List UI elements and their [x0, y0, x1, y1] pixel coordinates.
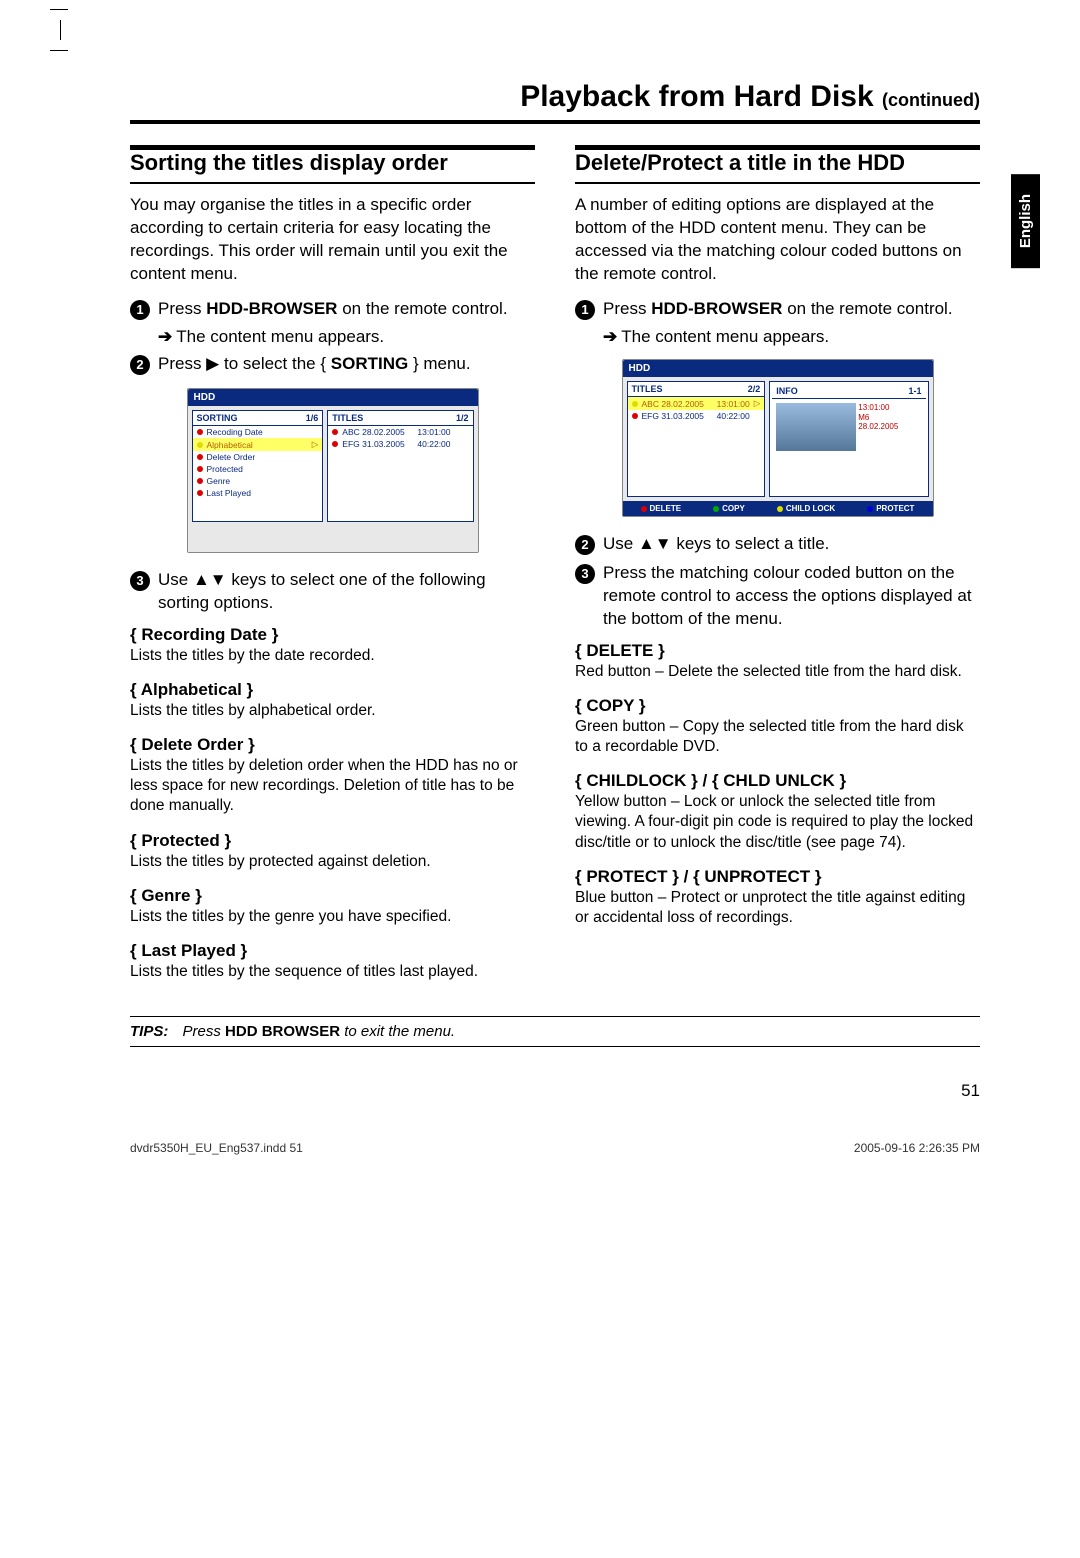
page-number: 51	[130, 1081, 980, 1101]
step-number-icon: 1	[130, 300, 150, 320]
osd-action-copy: COPY	[713, 504, 745, 513]
osd-action-protect: PROTECT	[867, 504, 914, 513]
option-childlock: { CHILDLOCK } / { CHLD UNLCK } Yellow bu…	[575, 771, 980, 852]
footer-timestamp: 2005-09-16 2:26:35 PM	[854, 1141, 980, 1155]
step-number-icon: 3	[130, 571, 150, 591]
crop-mark-bottom	[50, 20, 70, 40]
osd-sort-item: Delete Order	[193, 451, 323, 463]
osd-title-item: EFG 31.03.2005 40:22:00	[328, 438, 472, 450]
osd-sort-item-selected: Alphabetical▷	[193, 438, 323, 451]
osd-title-item: EFG 31.03.2005 40:22:00	[628, 410, 765, 422]
left-step-1: 1 Press HDD-BROWSER on the remote contro…	[130, 298, 535, 321]
osd-sorting-label: SORTING	[197, 413, 238, 423]
osd-sort-item: Last Played	[193, 487, 323, 499]
osd-action-delete: DELETE	[641, 504, 682, 513]
left-step-3: 3 Use ▲▼ keys to select one of the follo…	[130, 569, 535, 615]
left-heading: Sorting the titles display order	[130, 146, 535, 184]
option-genre: { Genre } Lists the titles by the genre …	[130, 886, 535, 927]
manual-page: Playback from Hard Disk (continued) Sort…	[0, 0, 1080, 1558]
left-step-2: 2 Press ▶ to select the { SORTING } menu…	[130, 353, 535, 376]
osd-sort-item: Protected	[193, 463, 323, 475]
step-number-icon: 1	[575, 300, 595, 320]
osd-sort-item: Genre	[193, 475, 323, 487]
right-heading: Delete/Protect a title in the HDD	[575, 146, 980, 184]
osd-info-screenshot: HDD TITLES 2/2 ABC 28.02.2005 13:01:00▷ E…	[622, 359, 934, 517]
arrow-icon: ➔	[603, 327, 617, 346]
step-number-icon: 2	[575, 535, 595, 555]
title-rule	[130, 120, 980, 124]
right-step-3: 3 Press the matching colour coded button…	[575, 562, 980, 631]
content-columns: Sorting the titles display order You may…	[130, 146, 980, 996]
right-step-2: 2 Use ▲▼ keys to select a title.	[575, 533, 980, 556]
osd-hdd-label: HDD	[623, 360, 933, 377]
osd-sort-item: Recoding Date	[193, 426, 323, 438]
left-result-1: ➔The content menu appears.	[158, 327, 535, 347]
option-protect: { PROTECT } / { UNPROTECT } Blue button …	[575, 867, 980, 928]
osd-info-label: INFO	[776, 386, 798, 396]
footer-file: dvdr5350H_EU_Eng537.indd 51	[130, 1141, 303, 1155]
step-number-icon: 2	[130, 355, 150, 375]
osd-sorting-page: 1/6	[306, 413, 319, 423]
osd-titles-label: TITLES	[332, 413, 363, 423]
osd-title-item: ABC 28.02.2005 13:01:00	[328, 426, 472, 438]
option-last-played: { Last Played } Lists the titles by the …	[130, 941, 535, 982]
osd-title-item-selected: ABC 28.02.2005 13:01:00▷	[628, 397, 765, 410]
osd-info-lines: 13:01:00 M6 28.02.2005	[858, 403, 898, 453]
osd-action-childlock: CHILD LOCK	[777, 504, 835, 513]
option-delete: { DELETE } Red button – Delete the selec…	[575, 641, 980, 682]
thumbnail-icon	[776, 403, 856, 451]
arrow-icon: ➔	[158, 327, 172, 346]
page-title: Playback from Hard Disk (continued)	[130, 80, 980, 114]
left-intro: You may organise the titles in a specifi…	[130, 194, 535, 286]
right-intro: A number of editing options are displaye…	[575, 194, 980, 286]
option-delete-order: { Delete Order } Lists the titles by del…	[130, 735, 535, 816]
osd-titles-label: TITLES	[632, 384, 663, 394]
tips-label: TIPS:	[130, 1023, 168, 1040]
osd-info-page: 1-1	[908, 386, 921, 396]
left-column: Sorting the titles display order You may…	[130, 146, 535, 996]
osd-hdd-label: HDD	[188, 389, 478, 406]
option-recording-date: { Recording Date } Lists the titles by t…	[130, 625, 535, 666]
osd-sorting-screenshot: HDD SORTING 1/6 Recoding Date Alphabetica…	[187, 388, 479, 553]
osd-action-bar: DELETE COPY CHILD LOCK PROTECT	[623, 501, 933, 516]
option-copy: { COPY } Green button – Copy the selecte…	[575, 696, 980, 757]
option-protected: { Protected } Lists the titles by protec…	[130, 831, 535, 872]
title-main: Playback from Hard Disk	[520, 80, 873, 113]
right-column: English Delete/Protect a title in the HD…	[575, 146, 980, 996]
step-number-icon: 3	[575, 564, 595, 584]
osd-titles-page: 1/2	[456, 413, 469, 423]
right-result-1: ➔The content menu appears.	[603, 327, 980, 347]
right-step-1: 1 Press HDD-BROWSER on the remote contro…	[575, 298, 980, 321]
osd-titles-page: 2/2	[748, 384, 761, 394]
print-footer: dvdr5350H_EU_Eng537.indd 51 2005-09-16 2…	[130, 1141, 980, 1155]
language-tab: English	[1011, 174, 1040, 268]
tips-box: TIPS: Press HDD BROWSER to exit the menu…	[130, 1016, 980, 1047]
option-alphabetical: { Alphabetical } Lists the titles by alp…	[130, 680, 535, 721]
title-continued: (continued)	[882, 90, 980, 110]
